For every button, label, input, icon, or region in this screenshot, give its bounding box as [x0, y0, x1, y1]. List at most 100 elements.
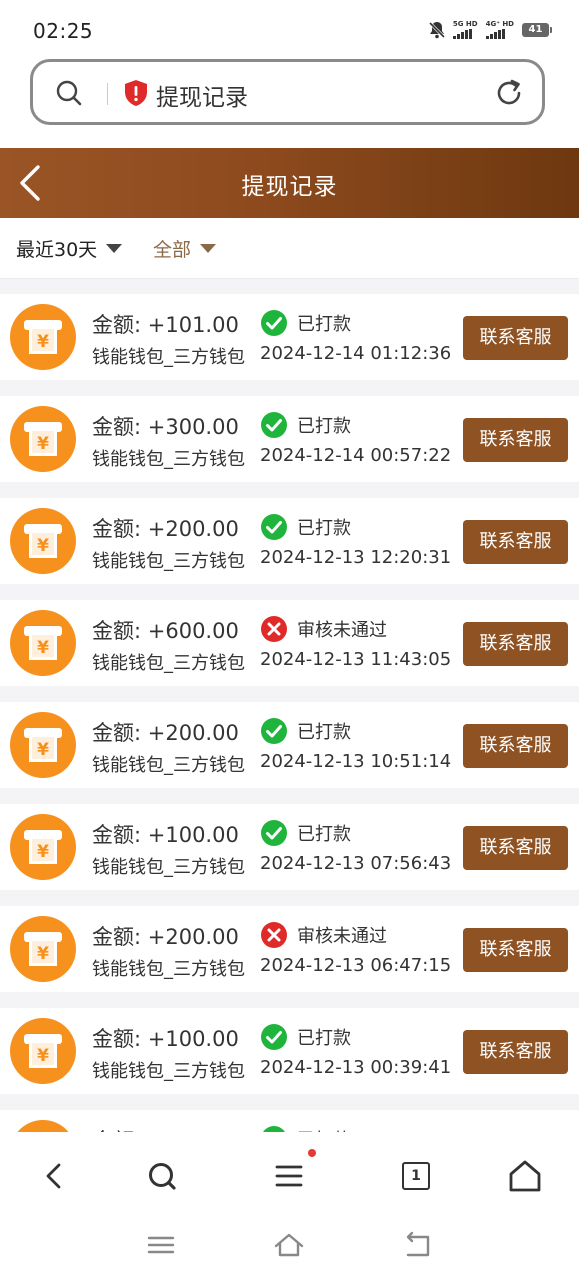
reload-icon[interactable] — [494, 78, 524, 108]
search-icon[interactable] — [55, 79, 83, 107]
recent-apps-icon[interactable] — [144, 1228, 178, 1262]
success-check-icon — [261, 412, 287, 438]
record-card: ¥ 金额: +300.00 钱能钱包_三方钱包 已打款 2024-12-14 00:57… — [0, 396, 579, 482]
record-amount: 金额: +200.00 — [92, 517, 239, 541]
contact-support-button[interactable]: 联系客服 — [463, 724, 568, 768]
record-time: 2024-12-13 00:39:41 — [260, 1057, 452, 1078]
record-amount: 金额: +300.00 — [92, 415, 239, 439]
success-check-icon — [261, 514, 287, 540]
withdraw-atm-icon: ¥ — [10, 814, 76, 880]
notification-dot — [308, 1149, 316, 1157]
svg-text:¥: ¥ — [37, 536, 49, 556]
filter-bar: 最近30天 全部 — [0, 218, 579, 279]
address-divider — [107, 83, 108, 105]
mute-bell-icon — [428, 21, 445, 39]
dropdown-caret-icon — [200, 244, 217, 253]
tabs-icon[interactable]: 1 — [394, 1154, 438, 1198]
record-status: 已打款 — [297, 518, 351, 539]
record-channel: 钱能钱包_三方钱包 — [92, 1061, 245, 1082]
search-icon[interactable] — [140, 1154, 184, 1198]
record-amount: 金额: +200.00 — [92, 721, 239, 745]
address-title[interactable]: 提现记录 — [156, 78, 248, 112]
record-card: ¥ 金额: +200.00 钱能钱包_三方钱包 已打款 2024-12-13 10:51… — [0, 702, 579, 788]
status-filter[interactable]: 全部 — [153, 235, 217, 262]
withdraw-atm-icon: ¥ — [10, 712, 76, 778]
contact-support-button[interactable]: 联系客服 — [463, 622, 568, 666]
success-check-icon — [261, 1024, 287, 1050]
system-back-icon[interactable] — [400, 1228, 434, 1262]
status-filter-label: 全部 — [153, 239, 192, 261]
dropdown-caret-icon — [106, 244, 123, 253]
record-time: 2024-12-13 11:43:05 — [260, 649, 452, 670]
withdraw-atm-icon: ¥ — [10, 916, 76, 982]
success-check-icon — [261, 310, 287, 336]
record-amount: 金额: +101.00 — [92, 313, 239, 337]
failed-x-icon — [261, 922, 287, 948]
contact-support-button[interactable]: 联系客服 — [463, 316, 568, 360]
record-channel: 钱能钱包_三方钱包 — [92, 347, 245, 368]
record-amount: 金额: +600.00 — [92, 619, 239, 643]
withdraw-atm-icon: ¥ — [10, 508, 76, 574]
failed-x-icon — [261, 616, 287, 642]
tabs-count: 1 — [402, 1162, 430, 1190]
date-range-filter[interactable]: 最近30天 — [16, 235, 123, 262]
withdraw-atm-icon: ¥ — [10, 1018, 76, 1084]
svg-text:¥: ¥ — [37, 740, 49, 760]
battery-icon: 41 — [522, 23, 552, 37]
svg-text:¥: ¥ — [37, 1046, 49, 1066]
record-card: ¥ 金额: +100.00 钱能钱包_三方钱包 已打款 2024-12-13 07:56… — [0, 804, 579, 890]
record-channel: 钱能钱包_三方钱包 — [92, 653, 245, 674]
contact-support-button[interactable]: 联系客服 — [463, 418, 568, 462]
record-status: 审核未通过 — [297, 620, 387, 641]
withdraw-atm-icon: ¥ — [10, 610, 76, 676]
contact-support-button[interactable]: 联系客服 — [463, 1030, 568, 1074]
record-card: ¥ 金额: +100.00 钱能钱包_三方钱包 已打款 2024-12-13 00:39… — [0, 1008, 579, 1094]
success-check-icon — [261, 820, 287, 846]
record-status: 已打款 — [297, 314, 351, 335]
contact-support-button[interactable]: 联系客服 — [463, 520, 568, 564]
success-check-icon — [261, 718, 287, 744]
signal-4g-label: 4G⁺ HD — [485, 20, 514, 28]
signal-4g-icon: 4G⁺ HD — [485, 20, 514, 39]
record-time: 2024-12-14 01:12:36 — [260, 343, 452, 364]
back-icon[interactable] — [32, 1154, 76, 1198]
contact-support-button[interactable]: 联系客服 — [463, 826, 568, 870]
record-time: 2024-12-14 00:57:22 — [260, 445, 452, 466]
contact-support-button[interactable]: 联系客服 — [463, 928, 568, 972]
record-status: 已打款 — [297, 416, 351, 437]
address-bar[interactable]: 提现记录 — [30, 59, 545, 125]
record-status: 已打款 — [297, 824, 351, 845]
record-status: 审核未通过 — [297, 926, 387, 947]
home-icon[interactable] — [503, 1154, 547, 1198]
system-home-icon[interactable] — [272, 1228, 306, 1262]
svg-text:¥: ¥ — [37, 638, 49, 658]
record-amount: 金额: +100.00 — [92, 823, 239, 847]
status-bar: 02:25 5G HD 4G⁺ HD 41 — [0, 0, 579, 58]
record-time: 2024-12-13 06:47:15 — [260, 955, 452, 976]
record-card: ¥ 金额: +101.00 钱能钱包_三方钱包 已打款 2024-12-14 01:12… — [0, 294, 579, 380]
record-card: ¥ 金额: +200.00 钱能钱包_三方钱包 已打款 2024-12-13 12:20… — [0, 498, 579, 584]
record-time: 2024-12-13 07:56:43 — [260, 853, 452, 874]
record-amount: 金额: +200.00 — [92, 925, 239, 949]
record-time: 2024-12-13 10:51:14 — [260, 751, 452, 772]
record-time: 2024-12-13 12:20:31 — [260, 547, 452, 568]
browser-bottom-nav: 1 — [0, 1132, 579, 1280]
record-amount: 金额: +100.00 — [92, 1027, 239, 1051]
status-icons: 5G HD 4G⁺ HD 41 — [428, 20, 552, 40]
browser-address-area: 提现记录 — [0, 58, 579, 148]
shield-warning-icon[interactable] — [123, 79, 149, 107]
record-channel: 钱能钱包_三方钱包 — [92, 551, 245, 572]
svg-text:¥: ¥ — [37, 944, 49, 964]
menu-icon[interactable] — [267, 1154, 311, 1198]
record-card: ¥ 金额: +600.00 钱能钱包_三方钱包 审核未通过 2024-12-13 11:… — [0, 600, 579, 686]
withdraw-atm-icon: ¥ — [10, 406, 76, 472]
signal-5g-label: 5G HD — [452, 20, 478, 28]
svg-text:¥: ¥ — [37, 332, 49, 352]
record-channel: 钱能钱包_三方钱包 — [92, 755, 245, 776]
record-channel: 钱能钱包_三方钱包 — [92, 959, 245, 980]
svg-text:¥: ¥ — [37, 842, 49, 862]
date-range-label: 最近30天 — [16, 239, 98, 261]
record-channel: 钱能钱包_三方钱包 — [92, 857, 245, 878]
record-status: 已打款 — [297, 722, 351, 743]
withdraw-atm-icon: ¥ — [10, 304, 76, 370]
